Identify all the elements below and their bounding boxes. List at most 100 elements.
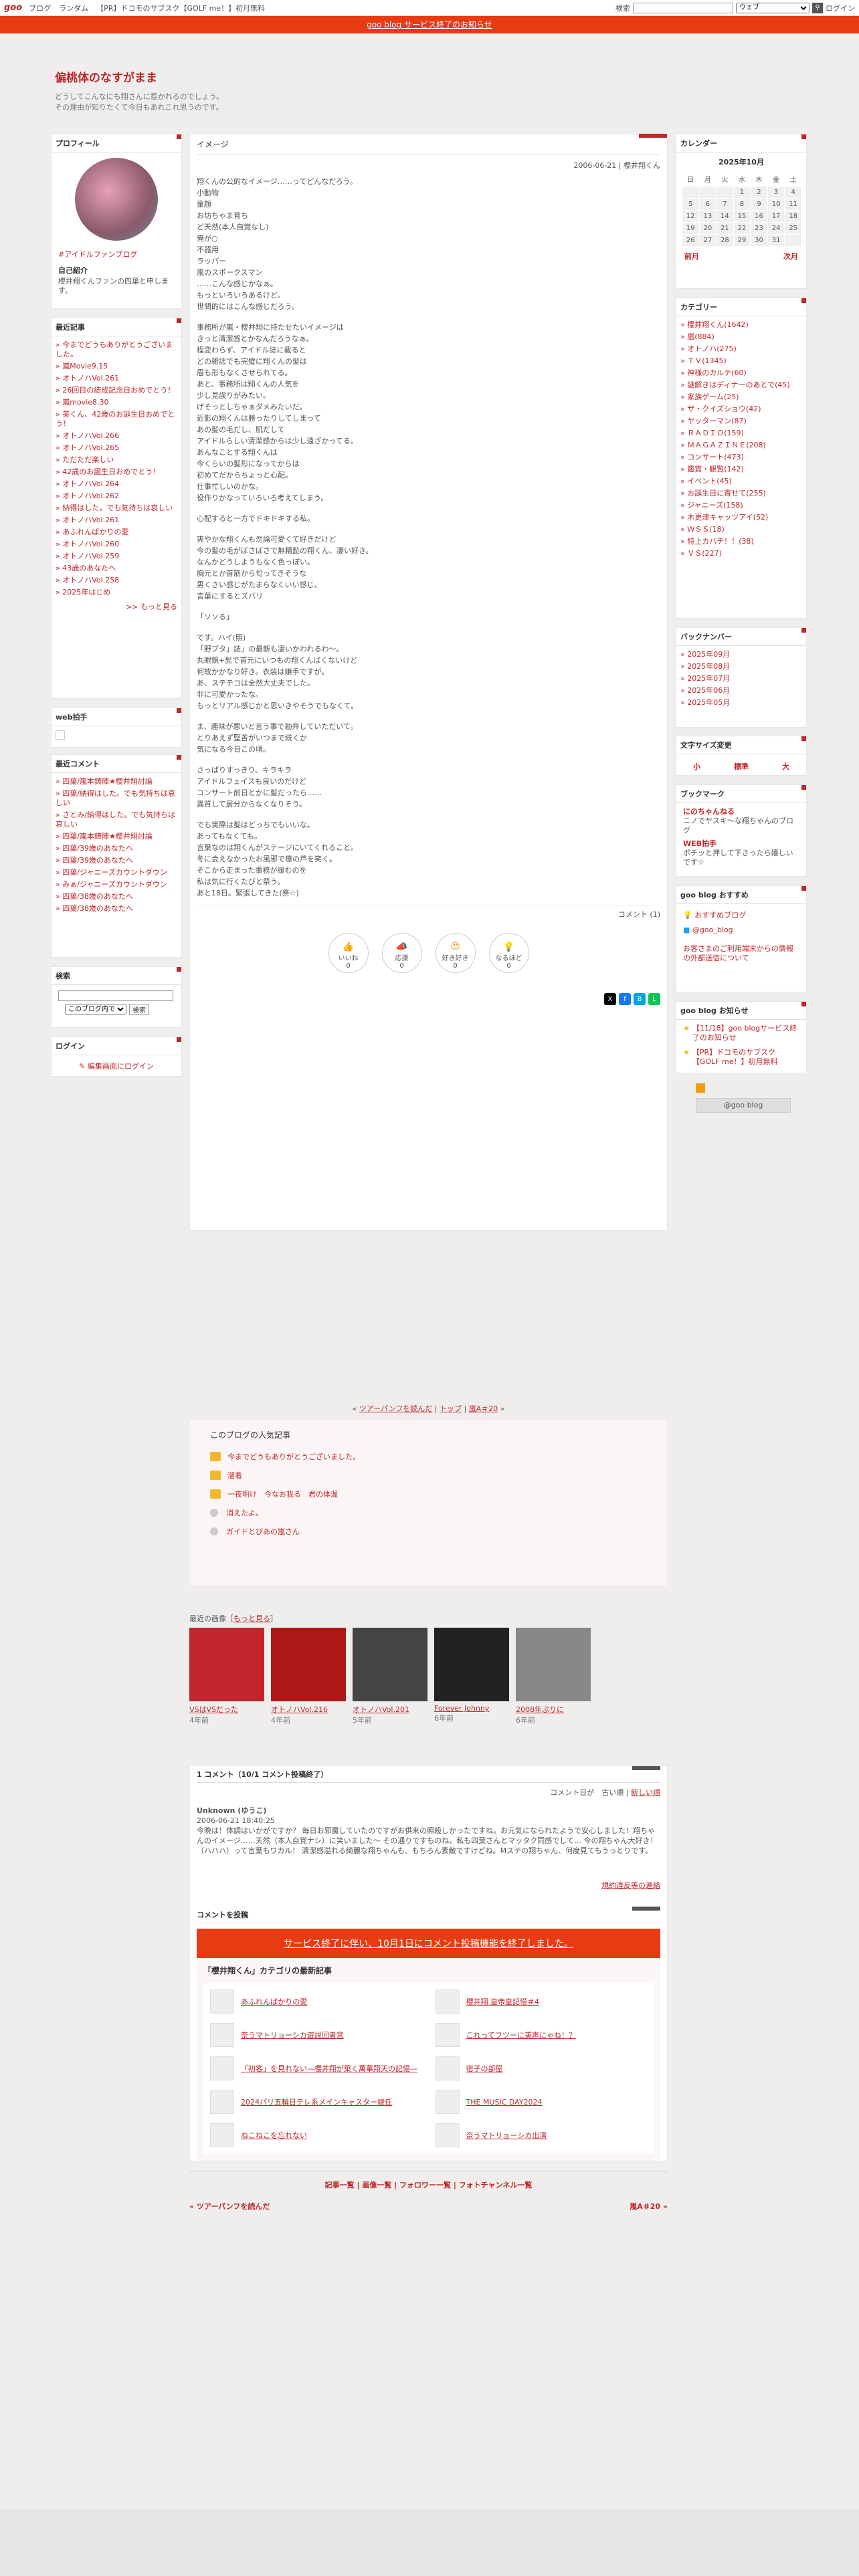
login-link[interactable]: ログイン xyxy=(826,3,855,13)
image-item[interactable]: 2008年ぶりに 6年前 xyxy=(516,1628,591,1725)
recent-post-link[interactable]: 納得はした。でも気持ちは哀しい xyxy=(52,502,181,514)
recent-post-link[interactable]: あふれんばかりの愛 xyxy=(52,526,181,538)
category-recent-item[interactable]: 「初客」を見れない—櫻井翔が築く萬華翔天の記憶— xyxy=(210,2056,422,2080)
nav-random[interactable]: ランダム xyxy=(59,4,88,13)
category-recent-item[interactable]: 奈うマトリョーシカ出演 xyxy=(435,2123,648,2147)
recent-post-link[interactable]: ただただ楽しい xyxy=(52,454,181,466)
recent-comment-link[interactable]: 四葉/39歳のあなたへ xyxy=(52,843,181,855)
recent-post-link[interactable]: オトノハVol.260 xyxy=(52,538,181,550)
next-article-link[interactable]: 嵐A＃20 xyxy=(469,1404,498,1413)
recent-post-link[interactable]: オトノハVol.261 xyxy=(52,514,181,526)
recent-post-link[interactable]: 2025年はじめ xyxy=(52,586,181,599)
category-link[interactable]: お誕生日に寄せて(255) xyxy=(676,488,806,500)
recent-post-link[interactable]: 嵐Movie9.15 xyxy=(52,360,181,372)
backnumber-link[interactable]: 2025年08月 xyxy=(676,661,806,673)
hatena-share-icon[interactable]: B xyxy=(634,993,646,1005)
backnumber-link[interactable]: 2025年07月 xyxy=(676,673,806,685)
line-share-icon[interactable]: L xyxy=(648,993,660,1005)
rss-icon[interactable] xyxy=(696,1083,705,1093)
footer-next-link[interactable]: 嵐A＃20 » xyxy=(630,2201,668,2212)
backnumber-link[interactable]: 2025年06月 xyxy=(676,685,806,697)
recent-comment-link[interactable]: 四葉/39歳のあなたへ xyxy=(52,855,181,867)
recent-post-link[interactable]: 43歳のあなたへ xyxy=(52,562,181,574)
category-link[interactable]: 謎解きはディナーのあとで(45) xyxy=(676,379,806,391)
category-recent-link[interactable]: 宿子の部屋 xyxy=(466,2063,503,2074)
category-link[interactable]: 家族ゲーム(25) xyxy=(676,391,806,403)
popular-item[interactable]: 今までどうもありがとうございました。 xyxy=(210,1447,647,1466)
fanblog-link[interactable]: #アイドルファンブログ xyxy=(52,246,181,262)
goo-logo[interactable]: goo xyxy=(4,3,22,13)
prev-article-link[interactable]: ツアーパンフを読んだ xyxy=(359,1404,432,1413)
image-item[interactable]: オトノハVol.201 5年前 xyxy=(353,1628,427,1725)
category-recent-link[interactable]: ねこねこを忘れない xyxy=(241,2130,307,2141)
category-recent-link[interactable]: 2024パリ五輪日テレ系メインキャスター継任 xyxy=(241,2097,392,2107)
recent-post-link[interactable]: オトノハVol.265 xyxy=(52,442,181,454)
category-link[interactable]: コンサート(473) xyxy=(676,451,806,463)
category-recent-link[interactable]: 「初客」を見れない—櫻井翔が築く萬華翔天の記憶— xyxy=(241,2063,417,2074)
category-recent-item[interactable]: THE MUSIC DAY2024 xyxy=(435,2090,648,2114)
category-recent-item[interactable]: 宿子の部屋 xyxy=(435,2056,648,2080)
category-link[interactable]: ＭＡＧＡＺＩＮＥ(208) xyxy=(676,439,806,451)
recent-post-link[interactable]: 26回目の結成記念日おめでとう！ xyxy=(52,385,181,397)
category-recent-item[interactable]: 奈うマトリョーシカ遊説回者宮 xyxy=(210,2023,422,2047)
like-button[interactable]: 👍 いいね 0 xyxy=(328,933,369,973)
category-recent-link[interactable]: THE MUSIC DAY2024 xyxy=(466,2098,543,2107)
recent-more-link[interactable]: >> もっと見る xyxy=(52,599,181,615)
popular-item[interactable]: 一夜明け 今なお我る 君の体温 xyxy=(210,1485,647,1503)
comment-count-link[interactable]: コメント (1) xyxy=(197,905,660,920)
recent-comment-link[interactable]: さとみ/納得はした。でも気持ちは哀しい xyxy=(52,809,181,831)
category-link[interactable]: ＲＡＤＩＯ(159) xyxy=(676,427,806,439)
report-link[interactable]: 規約違反等の連絡 xyxy=(601,1881,660,1890)
blog-search-button[interactable]: 検索 xyxy=(129,1004,149,1015)
notice-item[interactable]: 【PR】ドコモのサブスク【GOLF me！】初月無料 xyxy=(692,1048,799,1067)
image-title[interactable]: VSはVSだった xyxy=(189,1704,264,1715)
popular-item[interactable]: 消えたよ。 xyxy=(210,1503,647,1522)
search-icon[interactable]: ⚲ xyxy=(812,2,823,13)
category-recent-link[interactable]: 奈うマトリョーシカ遊説回者宮 xyxy=(241,2030,344,2040)
sort-old[interactable]: コメント日が 古い順 xyxy=(550,1788,624,1797)
category-link[interactable]: 特上カバチ！！(38) xyxy=(676,536,806,548)
bookmark-title[interactable]: WEB拍手 xyxy=(683,839,799,849)
sort-new-link[interactable]: 新しい順 xyxy=(631,1788,660,1797)
blog-title[interactable]: 偏桃体のなすがまま xyxy=(55,68,859,85)
recent-post-link[interactable]: オトノハVol.264 xyxy=(52,478,181,490)
category-recent-item[interactable]: あふれんばかりの愛 xyxy=(210,1990,422,2014)
image-item[interactable]: Forever Johnny 6年前 xyxy=(434,1628,509,1725)
notice-link[interactable]: goo blog サービス終了のお知らせ xyxy=(367,20,492,29)
footer-links[interactable]: 記事一覧 | 画像一覧 | フォロワー一覧 | フォトチャンネル一覧 xyxy=(189,2171,668,2198)
global-search-input[interactable] xyxy=(633,2,733,13)
font-large[interactable]: 大 xyxy=(782,761,789,772)
category-recent-item[interactable]: 2024パリ五輪日テレ系メインキャスター継任 xyxy=(210,2090,422,2114)
blog-search-scope[interactable]: このブログ内で xyxy=(65,1004,126,1014)
image-title[interactable]: オトノハVol.201 xyxy=(353,1704,427,1715)
font-small[interactable]: 小 xyxy=(693,761,700,772)
recent-comment-link[interactable]: 四葉/嵐本鋳陣★櫻井翔討論 xyxy=(52,776,181,788)
category-link[interactable]: ＶＳ(227) xyxy=(676,548,806,560)
goo-blog-button[interactable]: @goo blog xyxy=(696,1098,791,1113)
recent-post-link[interactable]: オトノハVol.266 xyxy=(52,430,181,442)
recent-comment-link[interactable]: みぁ/ジャニーズカウントダウン xyxy=(52,879,181,891)
category-recent-link[interactable]: 櫻井翔 皇帝皇記憶＃4 xyxy=(466,1996,540,2007)
popular-item[interactable]: ガイドとびあの嵐さん xyxy=(210,1522,647,1541)
webclap-image[interactable] xyxy=(56,730,65,740)
backnumber-link[interactable]: 2025年09月 xyxy=(676,649,806,661)
category-recent-item[interactable]: これってフツーに美声にゃね！？ xyxy=(435,2023,648,2047)
recent-post-link[interactable]: オトノハVol.262 xyxy=(52,490,181,502)
category-recent-item[interactable]: ねこねこを忘れない xyxy=(210,2123,422,2147)
indeed-button[interactable]: 💡 なるほど 0 xyxy=(488,933,529,973)
notice-item[interactable]: 【11/18】goo blogサービス終了のお知らせ xyxy=(692,1024,799,1043)
category-link[interactable]: 神様のカルテ(60) xyxy=(676,367,806,379)
recent-comment-link[interactable]: 四葉/38歳のあなたへ xyxy=(52,903,181,915)
calendar-prev[interactable]: 前月 xyxy=(684,251,699,261)
category-link[interactable]: ＴＶ(1345) xyxy=(676,355,806,367)
recent-post-link[interactable]: 嵐movie8.30 xyxy=(52,397,181,409)
images-more-link[interactable]: もっと見る xyxy=(233,1614,270,1623)
recent-post-link[interactable]: 美くん、42歳のお誕生日おめでとう！ xyxy=(52,409,181,430)
font-normal[interactable]: 標準 xyxy=(734,761,749,772)
category-recent-link[interactable]: あふれんばかりの愛 xyxy=(241,1996,307,2007)
calendar-next[interactable]: 次月 xyxy=(783,251,798,261)
category-link[interactable]: ヤッターマン(87) xyxy=(676,415,806,427)
category-recent-link[interactable]: 奈うマトリョーシカ出演 xyxy=(466,2130,547,2141)
search-scope-select[interactable]: ウェブ xyxy=(736,2,809,13)
popular-item[interactable]: 溜着 xyxy=(210,1466,647,1485)
